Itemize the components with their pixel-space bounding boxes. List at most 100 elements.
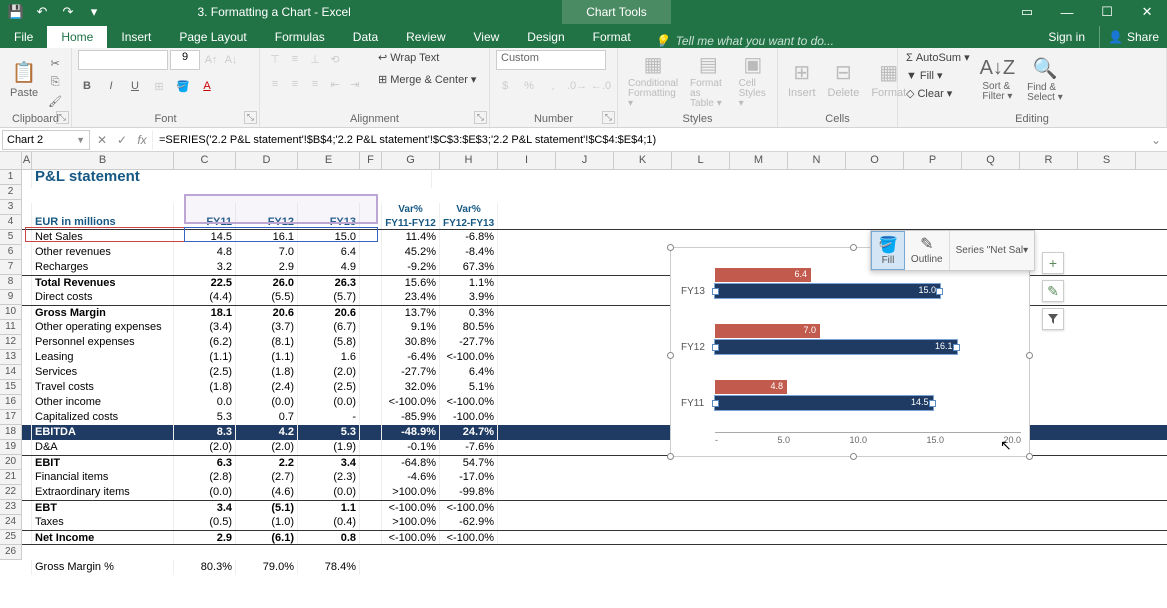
worksheet[interactable]: ABCDEFGHIJKLMNOPQRS 12345678910111213141…: [0, 152, 1167, 608]
cell[interactable]: (6.2): [174, 335, 236, 350]
cell[interactable]: Recharges: [32, 260, 174, 275]
cell[interactable]: [22, 320, 32, 335]
cell[interactable]: [22, 170, 32, 188]
cell[interactable]: 24.7%: [440, 425, 498, 440]
cell[interactable]: (2.3): [298, 470, 360, 485]
cell[interactable]: -6.8%: [440, 230, 498, 245]
cell[interactable]: Net Income: [32, 531, 174, 544]
align-bottom-icon[interactable]: ⊥: [306, 50, 324, 68]
cell[interactable]: [22, 470, 32, 485]
cell[interactable]: 15.6%: [382, 276, 440, 290]
cell[interactable]: [22, 395, 32, 410]
cell[interactable]: [360, 531, 382, 544]
col-header-P[interactable]: P: [904, 152, 962, 169]
cell[interactable]: (3.4): [174, 320, 236, 335]
cell[interactable]: (1.1): [236, 350, 298, 365]
col-header-S[interactable]: S: [1078, 152, 1136, 169]
col-header-N[interactable]: N: [788, 152, 846, 169]
chart-elements-button[interactable]: +: [1042, 252, 1064, 274]
row-header-25[interactable]: 25: [0, 530, 22, 545]
align-middle-icon[interactable]: ≡: [286, 50, 304, 68]
tab-file[interactable]: File: [0, 26, 47, 48]
mini-series-select[interactable]: Series "Net Sal▾: [950, 231, 1035, 270]
col-header-R[interactable]: R: [1020, 152, 1078, 169]
tab-format[interactable]: Format: [579, 26, 645, 48]
save-icon[interactable]: 💾: [4, 1, 28, 23]
cancel-formula-icon[interactable]: ✕: [92, 133, 112, 147]
cell[interactable]: 0.7: [236, 410, 298, 425]
qat-dropdown-icon[interactable]: ▾: [82, 1, 106, 23]
cell[interactable]: Other revenues: [32, 245, 174, 260]
font-color-icon[interactable]: A: [198, 77, 216, 95]
cell[interactable]: (5.1): [236, 501, 298, 515]
redo-icon[interactable]: ↷: [56, 1, 80, 23]
cell[interactable]: [22, 440, 32, 455]
cell[interactable]: 6.4: [298, 245, 360, 260]
cell[interactable]: 80.3%: [174, 560, 236, 575]
cell[interactable]: EBIT: [32, 456, 174, 470]
row-header-7[interactable]: 7: [0, 260, 22, 275]
cell[interactable]: 0.0: [174, 395, 236, 410]
cell[interactable]: [22, 203, 32, 229]
cell[interactable]: (0.0): [236, 395, 298, 410]
chart-filters-button[interactable]: [1042, 308, 1064, 330]
cell[interactable]: (1.0): [236, 515, 298, 530]
cell[interactable]: (5.7): [298, 290, 360, 305]
cell[interactable]: 45.2%: [382, 245, 440, 260]
row-header-13[interactable]: 13: [0, 350, 22, 365]
cell[interactable]: [22, 306, 32, 320]
cell[interactable]: 7.0: [236, 245, 298, 260]
cell[interactable]: (3.7): [236, 320, 298, 335]
cell[interactable]: 4.9: [298, 260, 360, 275]
cell[interactable]: (0.4): [298, 515, 360, 530]
cell[interactable]: (6.7): [298, 320, 360, 335]
copy-icon[interactable]: ⎘: [46, 73, 64, 91]
cell[interactable]: (1.8): [236, 365, 298, 380]
row-header-10[interactable]: 10: [0, 305, 22, 320]
cell[interactable]: [360, 365, 382, 380]
delete-cells-button[interactable]: ⊟Delete: [824, 50, 864, 108]
cell[interactable]: [360, 501, 382, 515]
fx-icon[interactable]: fx: [132, 133, 152, 147]
align-right-icon[interactable]: ≡: [306, 75, 324, 93]
cell[interactable]: (4.6): [236, 485, 298, 500]
cell[interactable]: [360, 380, 382, 395]
cell[interactable]: (5.5): [236, 290, 298, 305]
cell[interactable]: 54.7%: [440, 456, 498, 470]
minimize-icon[interactable]: —: [1047, 0, 1087, 24]
cell[interactable]: 9.1%: [382, 320, 440, 335]
orientation-icon[interactable]: ⟲: [326, 50, 344, 68]
sort-filter-button[interactable]: A↓ZSort &Filter ▾: [976, 50, 1020, 108]
cell[interactable]: 6.4%: [440, 365, 498, 380]
insert-cells-button[interactable]: ⊞Insert: [784, 50, 820, 108]
cell[interactable]: [22, 501, 32, 515]
decrease-font-icon[interactable]: A↓: [222, 51, 240, 69]
wrap-text-button[interactable]: ↩Wrap Text: [376, 50, 478, 65]
row-header-23[interactable]: 23: [0, 500, 22, 515]
col-header-C[interactable]: C: [174, 152, 236, 169]
cell[interactable]: <-100.0%: [382, 395, 440, 410]
tab-page-layout[interactable]: Page Layout: [165, 26, 260, 48]
cell[interactable]: <-100.0%: [440, 350, 498, 365]
cell[interactable]: <-100.0%: [440, 501, 498, 515]
cell[interactable]: 30.8%: [382, 335, 440, 350]
row-header-17[interactable]: 17: [0, 410, 22, 425]
cell[interactable]: Var%FY12-FY13: [440, 203, 498, 229]
cell[interactable]: 4.2: [236, 425, 298, 440]
chevron-down-icon[interactable]: ▼: [76, 135, 85, 145]
font-name-input[interactable]: [78, 50, 168, 70]
cell[interactable]: [22, 380, 32, 395]
cell[interactable]: >100.0%: [382, 485, 440, 500]
cell[interactable]: [22, 290, 32, 305]
cell[interactable]: [360, 470, 382, 485]
col-header-J[interactable]: J: [556, 152, 614, 169]
find-select-button[interactable]: 🔍Find &Select ▾: [1023, 50, 1067, 108]
cell[interactable]: Gross Margin %: [32, 560, 174, 575]
align-left-icon[interactable]: ≡: [266, 75, 284, 93]
cell[interactable]: [22, 365, 32, 380]
cell[interactable]: [22, 485, 32, 500]
fill-color-icon[interactable]: 🪣: [174, 77, 192, 95]
cell[interactable]: P&L statement: [32, 170, 432, 188]
italic-button[interactable]: I: [102, 77, 120, 95]
indent-increase-icon[interactable]: ⇥: [346, 75, 364, 93]
